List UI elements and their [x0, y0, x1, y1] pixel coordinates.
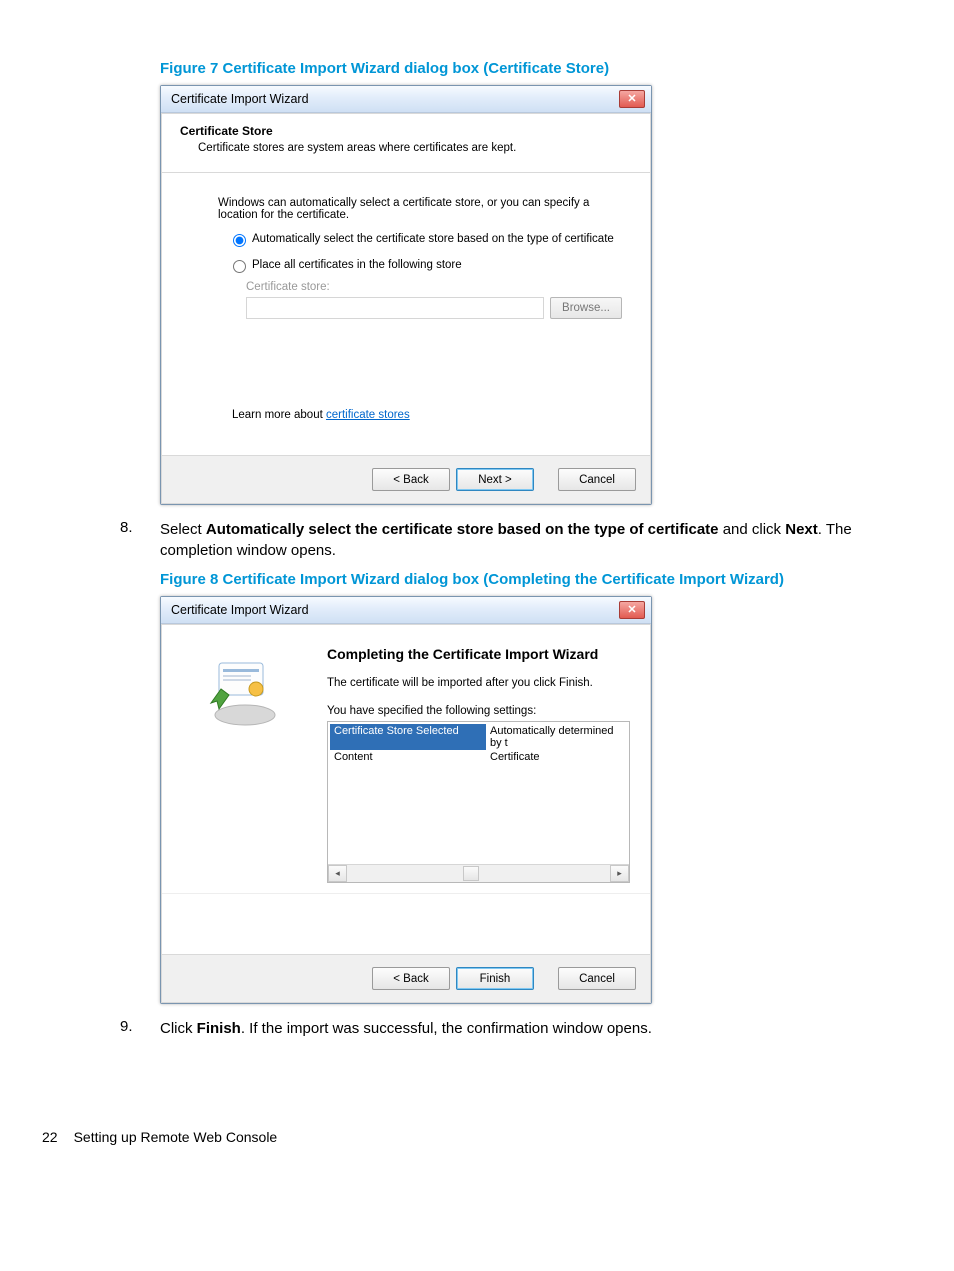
step-9-number: 9.: [120, 1018, 160, 1039]
dialog1-titlebar: Certificate Import Wizard ✕: [161, 86, 651, 113]
step-8-text: Select Automatically select the certific…: [160, 519, 894, 561]
scroll-right-icon[interactable]: ▸: [610, 865, 629, 882]
dialog2-line1: The certificate will be imported after y…: [327, 677, 630, 689]
footer-text: Setting up Remote Web Console: [74, 1129, 278, 1145]
back-button[interactable]: < Back: [372, 967, 450, 990]
back-button[interactable]: < Back: [372, 468, 450, 491]
dialog2-heading: Completing the Certificate Import Wizard: [327, 645, 630, 663]
settings-row[interactable]: Certificate Store Selected Automatically…: [330, 724, 629, 750]
dialog1-header: Certificate Store: [180, 124, 636, 138]
scroll-thumb[interactable]: [463, 866, 479, 881]
cancel-button[interactable]: Cancel: [558, 468, 636, 491]
close-icon[interactable]: ✕: [619, 90, 645, 108]
radio-place-label: Place all certificates in the following …: [252, 259, 462, 271]
learn-more-line: Learn more about certificate stores: [232, 409, 622, 425]
step-8-number: 8.: [120, 519, 160, 561]
dialog1-intro: Windows can automatically select a certi…: [218, 197, 622, 221]
dialog1-subheader: Certificate stores are system areas wher…: [198, 142, 636, 154]
figure8-caption: Figure 8 Certificate Import Wizard dialo…: [160, 571, 894, 588]
dialog2-line2: You have specified the following setting…: [327, 705, 630, 717]
cancel-button[interactable]: Cancel: [558, 967, 636, 990]
certificate-store-label: Certificate store:: [246, 281, 622, 293]
wizard-graphic-panel: [162, 625, 327, 893]
dialog2-title: Certificate Import Wizard: [171, 603, 309, 617]
page-footer: 22 Setting up Remote Web Console: [60, 1129, 894, 1145]
settings-list: Certificate Store Selected Automatically…: [327, 721, 630, 883]
radio-auto-label: Automatically select the certificate sto…: [252, 233, 614, 245]
certificate-wizard-icon: [205, 653, 285, 733]
dialog1-title: Certificate Import Wizard: [171, 92, 309, 106]
dialog2-titlebar: Certificate Import Wizard ✕: [161, 597, 651, 624]
scroll-left-icon[interactable]: ◂: [328, 865, 347, 882]
step-9: 9. Click Finish. If the import was succe…: [120, 1018, 894, 1039]
finish-button[interactable]: Finish: [456, 967, 534, 990]
certificate-store-input[interactable]: [246, 297, 544, 319]
dialog-certificate-store: Certificate Import Wizard ✕ Certificate …: [160, 85, 652, 505]
learn-more-link[interactable]: certificate stores: [326, 409, 410, 421]
page-number: 22: [42, 1129, 58, 1145]
settings-row[interactable]: Content Certificate: [330, 750, 629, 764]
figure7-caption: Figure 7 Certificate Import Wizard dialo…: [160, 60, 894, 77]
step-9-text: Click Finish. If the import was successf…: [160, 1018, 894, 1039]
dialog-completing-wizard: Certificate Import Wizard ✕: [160, 596, 652, 1004]
next-button[interactable]: Next >: [456, 468, 534, 491]
horizontal-scrollbar[interactable]: ◂ ▸: [328, 864, 629, 882]
radio-place-all[interactable]: [233, 260, 246, 273]
step-8: 8. Select Automatically select the certi…: [120, 519, 894, 561]
radio-auto-select[interactable]: [233, 234, 246, 247]
close-icon[interactable]: ✕: [619, 601, 645, 619]
browse-button[interactable]: Browse...: [550, 297, 622, 319]
